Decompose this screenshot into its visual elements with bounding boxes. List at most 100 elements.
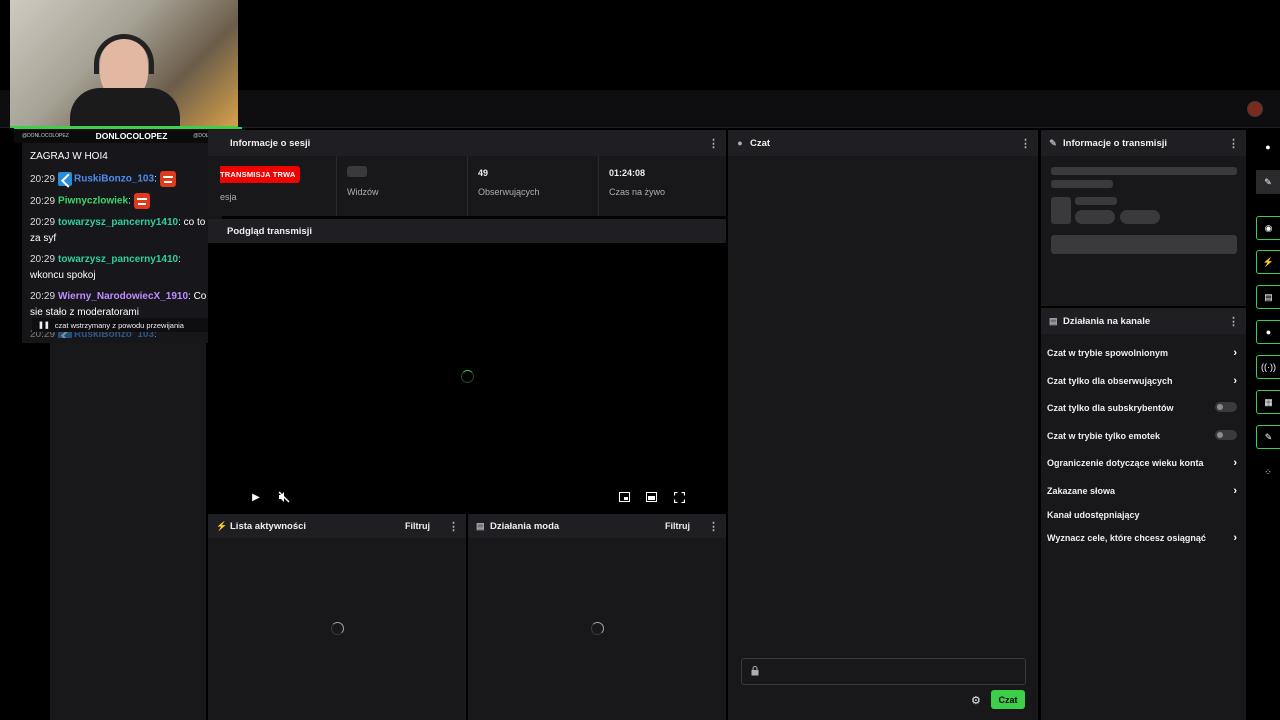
channel-action-item[interactable]: Kanał udostępniający	[1047, 510, 1237, 520]
channel-action-label: Czat w trybie spowolnionym	[1047, 348, 1169, 358]
play-icon[interactable]: ▶	[249, 490, 263, 504]
wrench-icon[interactable]: ✎	[1256, 425, 1280, 449]
webcam-headphones	[94, 34, 154, 74]
lightning-icon: ⚡	[216, 520, 228, 531]
stream-info-skeleton-line	[1051, 180, 1113, 188]
activity-filter-button[interactable]: Filtruj	[405, 521, 430, 531]
chat-username[interactable]: Wierny_NarodowiecX_1910	[58, 291, 188, 302]
chat-send-button[interactable]: Czat	[991, 690, 1025, 709]
stream-preview-header: Podgląd transmisji	[208, 219, 726, 243]
stream-info-skeleton-tag	[1075, 210, 1115, 224]
viewers-label: Widzów	[347, 187, 379, 197]
channel-action-item[interactable]: Czat tylko dla subskrybentów	[1047, 402, 1237, 413]
chat-timestamp: 20:29	[30, 254, 56, 265]
stat-live: TRANSMISJA TRWA esja	[220, 156, 337, 216]
stream-preview-panel: Podgląd transmisji ▶	[208, 219, 726, 511]
session-info-title: Informacje o sesji	[230, 137, 311, 149]
chat-emote-icon	[133, 193, 150, 209]
more-options-icon[interactable]: ⋮	[1020, 137, 1031, 150]
viewers-loading-placeholder	[347, 166, 367, 177]
chat-message: 20:29 towarzysz_pancerny1410: co to za sy…	[30, 215, 210, 247]
chevron-right-icon: ›	[1233, 485, 1237, 497]
document-icon[interactable]: ▤	[1256, 285, 1280, 309]
chat-separator: :	[128, 195, 134, 207]
edit-icon[interactable]: ✎	[1256, 170, 1280, 194]
info-icon[interactable]: ●	[1256, 135, 1280, 159]
channel-action-label: Kanał udostępniający	[1047, 510, 1140, 520]
stream-preview-title: Podgląd transmisji	[227, 225, 312, 237]
chat-text: wkoncu spokoj	[30, 270, 96, 281]
channel-action-label: Czat tylko dla subskrybentów	[1047, 403, 1174, 413]
chat-username[interactable]: towarzysz_pancerny1410	[58, 217, 178, 228]
fullscreen-icon[interactable]	[672, 490, 686, 504]
more-options-icon[interactable]: ⋮	[448, 520, 459, 533]
mod-actions-loading-spinner	[591, 622, 604, 635]
uptime-label: Czas na żywo	[609, 187, 666, 197]
channel-action-label: Czat w trybie tylko emotek	[1047, 431, 1161, 441]
more-options-icon[interactable]: ⋮	[1228, 137, 1239, 150]
chat-message: 20:29 towarzysz_pancerny1410: wkoncu spok…	[30, 252, 210, 284]
channel-actions-header: ▤ Działania na kanale ⋮	[1041, 308, 1246, 334]
chevron-right-icon: ›	[1233, 375, 1237, 387]
user-avatar[interactable]	[1247, 101, 1263, 117]
chat-username[interactable]: RuskiBonzo_103	[74, 174, 154, 185]
mute-icon[interactable]	[277, 490, 291, 504]
activity-loading-spinner	[331, 622, 344, 635]
chat-input[interactable]	[741, 658, 1026, 685]
activity-list-header: ⚡ Lista aktywności Filtruj ⋮	[208, 514, 466, 538]
streamer-name: DONLOCOLOPEZ	[95, 131, 168, 141]
chat-timestamp: 20:29	[30, 173, 56, 185]
document-icon: ▤	[476, 520, 485, 531]
chat-username[interactable]: Piwnyczlowiek	[58, 196, 128, 207]
chat-timestamp: 20:29	[30, 217, 56, 228]
broadcast-icon[interactable]: ((·))	[1256, 355, 1280, 379]
more-options-icon[interactable]: ⋮	[708, 137, 719, 150]
extensions-icon[interactable]: ⁘	[1256, 460, 1280, 484]
picture-in-picture-icon[interactable]	[617, 490, 631, 504]
chevron-right-icon: ›	[1233, 347, 1237, 359]
stream-info-skeleton-line	[1051, 167, 1237, 175]
channel-actions-panel: ▤ Działania na kanale ⋮ Czat w trybie sp…	[1041, 308, 1246, 720]
chat-username[interactable]: towarzysz_pancerny1410	[58, 254, 178, 265]
mod-actions-filter-button[interactable]: Filtruj	[665, 521, 690, 531]
chat-settings-icon[interactable]: ⚙	[971, 694, 981, 707]
toggle-switch[interactable]	[1215, 402, 1237, 412]
webcam-person-body	[70, 88, 180, 128]
chat-paused-notice[interactable]: ❚❚ czat wstrzymany z powodu przewijania	[32, 318, 210, 332]
chat-header: ● Czat ⋮	[728, 130, 1038, 156]
mod-actions-header: ▤ Działania moda Filtruj ⋮	[468, 514, 726, 538]
layout-icon[interactable]: ▦	[1256, 390, 1280, 414]
chevron-right-icon: ›	[1233, 532, 1237, 544]
chat-panel: ● Czat ⋮ ⚙ Czat	[728, 130, 1038, 720]
chat-emote-icon	[159, 171, 176, 187]
chat-icon[interactable]: ●	[1256, 320, 1280, 344]
channel-action-item[interactable]: Wyznacz cele, które chcesz osiągnąć ›	[1047, 532, 1237, 544]
stat-session-label: esja	[220, 192, 237, 202]
wrench-icon: ✎	[1049, 137, 1057, 148]
chat-message: 20:29 Piwnyczlowiek:	[30, 193, 210, 210]
channel-action-item[interactable]: Czat w trybie tylko emotek	[1047, 430, 1237, 441]
channel-action-label: Czat tylko dla obserwujących	[1047, 376, 1173, 386]
chat-text: ZAGRAJ W HOI4	[30, 151, 108, 162]
mod-actions-title: Działania moda	[490, 520, 560, 532]
channel-action-item[interactable]: Czat tylko dla obserwujących ›	[1047, 375, 1237, 387]
activity-list-panel: ⚡ Lista aktywności Filtruj ⋮	[208, 514, 466, 720]
channel-actions-title: Działania na kanale	[1063, 315, 1151, 327]
stream-info-skeleton-tag	[1120, 210, 1160, 224]
webcam-overlay	[10, 0, 238, 128]
lightning-icon[interactable]: ⚡	[1256, 250, 1280, 274]
more-options-icon[interactable]: ⋮	[1228, 315, 1239, 328]
toggle-switch[interactable]	[1215, 430, 1237, 440]
stream-info-skeleton-thumb	[1051, 197, 1071, 224]
channel-action-item[interactable]: Ograniczenie dotyczące wieku konta ›	[1047, 457, 1237, 469]
channel-action-item[interactable]: Zakazane słowa ›	[1047, 485, 1237, 497]
followers-value: 49	[478, 168, 489, 178]
handle-left: @DONLOCOLOPEZ	[22, 133, 69, 139]
session-info-panel: Informacje o sesji ⋮ TRANSMISJA TRWA esj…	[208, 130, 726, 216]
camera-icon[interactable]: ◉	[1256, 216, 1280, 240]
uptime-value: 01:24:08	[609, 168, 646, 178]
channel-action-item[interactable]: Czat w trybie spowolnionym ›	[1047, 347, 1237, 359]
more-options-icon[interactable]: ⋮	[708, 520, 719, 533]
pause-icon: ❚❚	[38, 322, 50, 329]
theatre-mode-icon[interactable]	[644, 490, 658, 504]
